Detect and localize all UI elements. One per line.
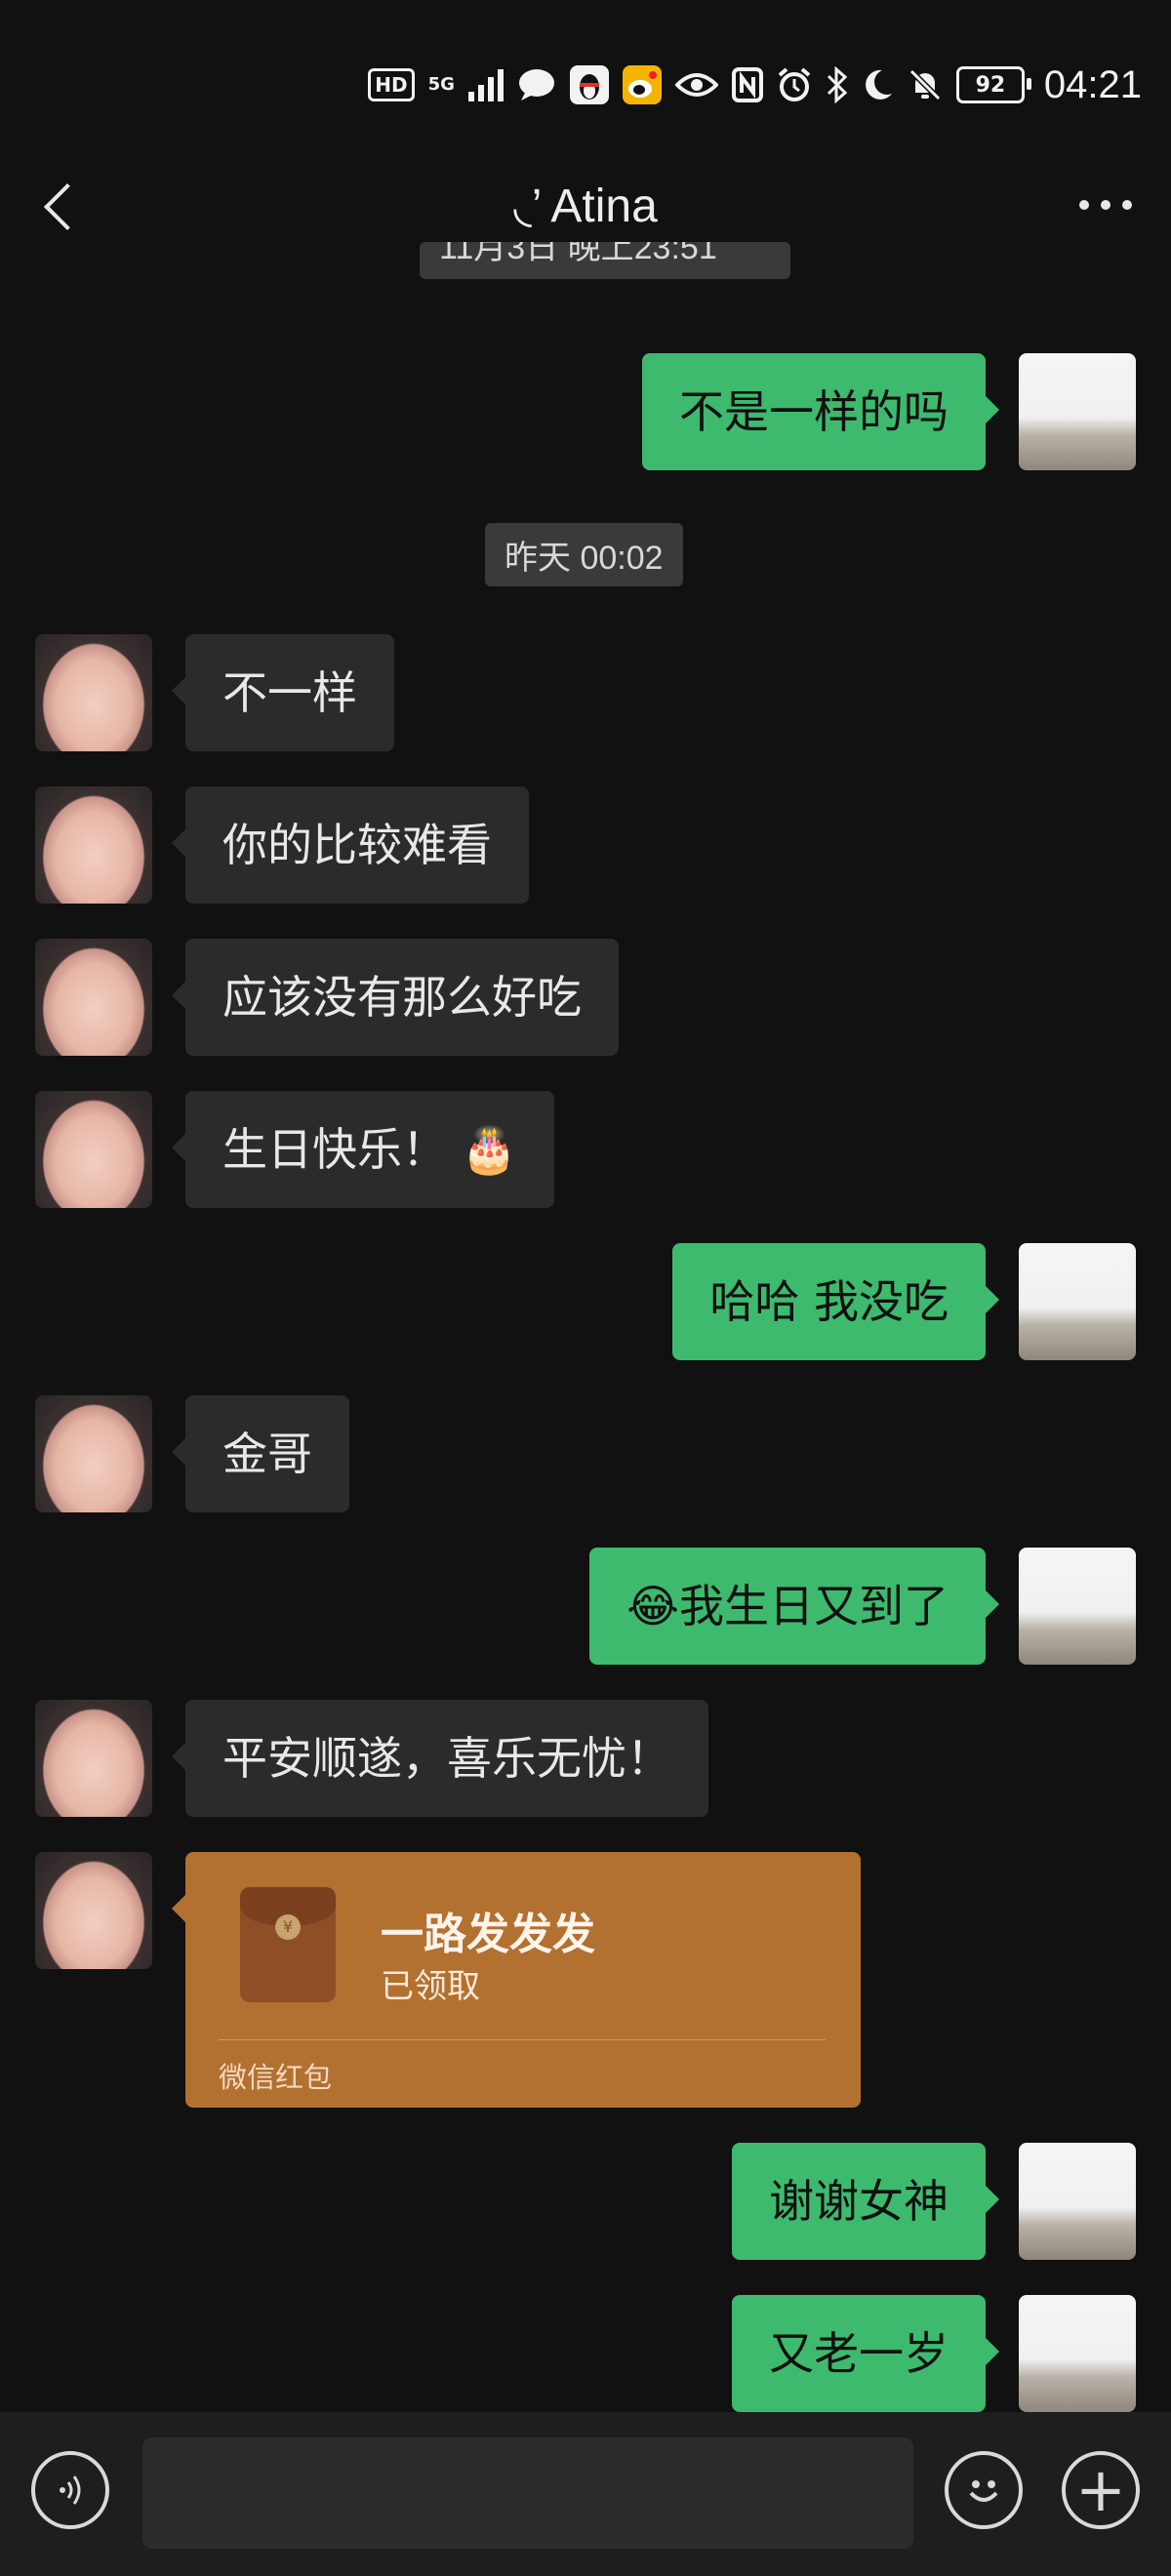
contact-avatar[interactable]: [35, 1700, 152, 1817]
contact-avatar[interactable]: [35, 786, 152, 904]
contact-avatar[interactable]: [35, 1395, 152, 1512]
message-bubble-received[interactable]: 生日快乐！ 🎂: [172, 1091, 554, 1208]
more-options-button[interactable]: [1079, 200, 1132, 210]
muted-bell-icon: [908, 67, 943, 102]
alarm-icon: [777, 67, 812, 102]
message-bubble-received[interactable]: 不一样: [172, 634, 394, 751]
message-bubble-sent[interactable]: 哈哈 我没吃: [672, 1243, 999, 1360]
my-avatar[interactable]: [1019, 353, 1136, 470]
message-bubble-sent[interactable]: 又老一岁: [732, 2295, 999, 2412]
red-packet-title: 一路发发发: [381, 1910, 595, 1959]
clock: 04:21: [1043, 62, 1142, 106]
chat-header: ◟’ Atina: [0, 161, 1171, 254]
contact-avatar[interactable]: [35, 634, 152, 751]
nfc-icon: [731, 67, 763, 102]
chat-bubble-icon: [517, 67, 556, 102]
message-bubble-received[interactable]: 金哥: [172, 1395, 349, 1512]
hd-icon: HD: [368, 68, 415, 101]
red-envelope-icon: ¥: [240, 1887, 336, 2002]
chat-title: ◟’ Atina: [513, 181, 658, 232]
status-icons: HD 5G 92 04:21: [368, 60, 1142, 109]
contact-avatar[interactable]: [35, 1852, 152, 1969]
more-dots-icon: [1079, 200, 1089, 210]
message-bubble-received[interactable]: 平安顺遂，喜乐无忧！: [172, 1700, 708, 1817]
signal-icon: [467, 68, 504, 101]
message-bubble-sent[interactable]: 谢谢女神: [732, 2143, 999, 2260]
message-bubble-received[interactable]: 你的比较难看: [172, 786, 529, 904]
plus-button[interactable]: +: [1062, 2451, 1140, 2529]
eye-icon: [674, 70, 718, 100]
message-bubble-received[interactable]: 应该没有那么好吃: [172, 939, 619, 1056]
voice-input-button[interactable]: [31, 2451, 109, 2529]
my-avatar[interactable]: [1019, 1548, 1136, 1665]
timestamp-partial: 11月3日 晚上23:51: [420, 242, 790, 279]
voice-icon: [60, 2475, 81, 2505]
battery-icon: 92: [955, 66, 1031, 103]
my-avatar[interactable]: [1019, 2295, 1136, 2412]
message-bubble-sent[interactable]: 😂我生日又到了: [589, 1548, 999, 1665]
red-packet-card[interactable]: ¥ 一路发发发 已领取 微信红包: [172, 1852, 861, 2108]
contact-avatar[interactable]: [35, 939, 152, 1056]
message-bubble-sent[interactable]: 不是一样的吗: [642, 353, 999, 470]
emoji-button[interactable]: [945, 2451, 1023, 2529]
plus-icon: +: [1075, 2454, 1126, 2525]
bluetooth-icon: [826, 66, 849, 103]
red-packet-label: 微信红包: [219, 2061, 333, 2094]
my-avatar[interactable]: [1019, 2143, 1136, 2260]
network-5g-label: 5G: [427, 74, 455, 95]
contact-avatar[interactable]: [35, 1091, 152, 1208]
input-bar: +: [0, 2412, 1171, 2576]
message-input[interactable]: [142, 2437, 913, 2549]
red-packet-status: 已领取: [381, 1967, 480, 2006]
qq-penguin-icon: [569, 65, 609, 104]
divider: [219, 2039, 826, 2040]
status-bar: HD 5G 92 04:21: [0, 0, 1171, 146]
smiley-icon: [969, 2480, 998, 2502]
weibo-icon: [622, 65, 662, 104]
my-avatar[interactable]: [1019, 1243, 1136, 1360]
moon-icon: [863, 68, 894, 101]
timestamp: 昨天 00:02: [485, 523, 683, 586]
battery-level: 92: [975, 72, 1006, 98]
